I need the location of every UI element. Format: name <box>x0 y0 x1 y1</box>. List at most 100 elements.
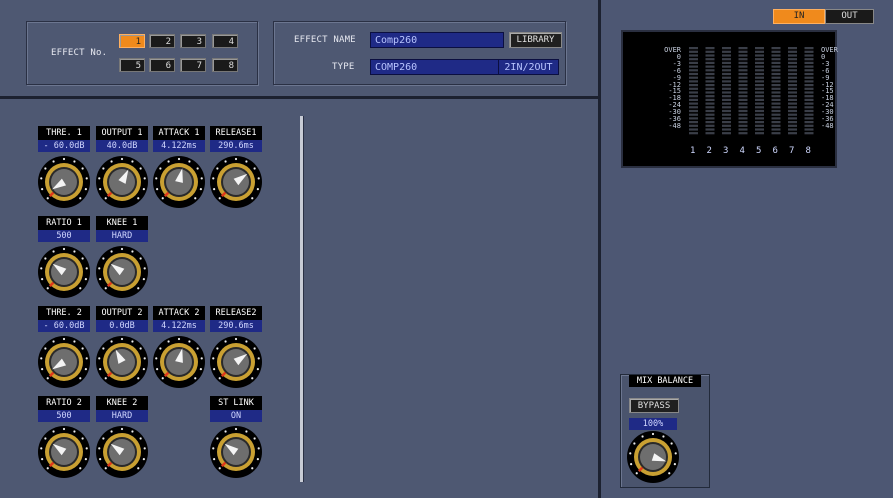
meter-channel-label: 4 <box>739 146 745 156</box>
effect-number-button-6[interactable]: 6 <box>149 58 175 72</box>
effect-name-label: EFFECT NAME <box>294 35 356 45</box>
meter-bar <box>722 47 731 135</box>
knob-value: 290.6ms <box>210 140 262 152</box>
rotary-knob[interactable] <box>96 332 148 390</box>
meter-bar <box>804 47 814 135</box>
knob-output1[interactable]: OUTPUT 1 40.0dB <box>96 126 148 218</box>
rotary-knob[interactable] <box>153 152 205 210</box>
effect-number-button-1[interactable]: 1 <box>119 34 145 48</box>
knob-title: KNEE 2 <box>96 396 148 410</box>
bypass-button-label: BYPASS <box>637 401 671 411</box>
rotary-knob[interactable] <box>210 332 262 390</box>
effect-number-button-7[interactable]: 7 <box>180 58 206 72</box>
knob-release1[interactable]: RELEASE1 290.6ms <box>210 126 262 218</box>
meter-scale-label: -48 <box>668 121 681 130</box>
mix-balance-title: MIX BALANCE <box>629 375 701 387</box>
bypass-button[interactable]: BYPASS <box>629 398 679 413</box>
meter-channel-label: 8 <box>805 146 811 156</box>
knob-title: ATTACK 2 <box>153 306 205 320</box>
meter-channel-labels: 12 34 56 78 <box>685 146 819 158</box>
meter-scale-right: OVER 0 -3 -6 -9 -12 -15 -18 -24 -30 -36 -48 <box>821 47 845 130</box>
knob-value: - 60.0dB <box>38 140 90 152</box>
effect-number-button-2[interactable]: 2 <box>149 34 175 48</box>
meter-bar <box>771 47 781 135</box>
knob-value: 4.122ms <box>153 140 205 152</box>
knob-title: THRE. 1 <box>38 126 90 140</box>
knob-title: KNEE 1 <box>96 216 148 230</box>
meter-channel-label: 6 <box>772 146 778 156</box>
mix-balance-knob[interactable] <box>627 429 679 483</box>
knob-attack2[interactable]: ATTACK 2 4.122ms <box>153 306 205 398</box>
effect-number-button-4[interactable]: 4 <box>212 34 238 48</box>
knob-knee1[interactable]: KNEE 1 HARD <box>96 216 148 308</box>
knob-output2[interactable]: OUTPUT 2 0.0dB <box>96 306 148 398</box>
meter-channel-label: 3 <box>723 146 729 156</box>
rotary-knob[interactable] <box>210 422 262 480</box>
meter-bar <box>755 47 764 135</box>
knob-ratio1[interactable]: RATIO 1 500 <box>38 216 90 308</box>
type-field: COMP260 <box>370 59 504 75</box>
rotary-knob[interactable] <box>96 242 148 300</box>
knob-thre1[interactable]: THRE. 1- 60.0dB <box>38 126 90 218</box>
knob-thre2[interactable]: THRE. 2- 60.0dB <box>38 306 90 398</box>
effect-number-button-3[interactable]: 3 <box>180 34 206 48</box>
out-button-label: OUT <box>841 11 858 21</box>
in-button[interactable]: IN <box>773 9 825 24</box>
knob-value: - 60.0dB <box>38 320 90 332</box>
meter-bar <box>689 47 698 135</box>
knob-title: RATIO 1 <box>38 216 90 230</box>
knob-title: RELEASE2 <box>210 306 262 320</box>
rotary-knob[interactable] <box>38 242 90 300</box>
meter-channel-label: 1 <box>690 146 696 156</box>
meter-scale-label: -48 <box>821 121 834 130</box>
rotary-knob[interactable] <box>153 332 205 390</box>
rotary-knob[interactable] <box>96 422 148 480</box>
library-button-label: LIBRARY <box>516 35 555 45</box>
meter-channel-label: 2 <box>706 146 712 156</box>
effect-number-label: EFFECT No. <box>51 48 108 58</box>
knob-title: THRE. 2 <box>38 306 90 320</box>
knob-value: ON <box>210 410 262 422</box>
knob-value: 0.0dB <box>96 320 148 332</box>
rotary-knob[interactable] <box>96 152 148 210</box>
knob-release2[interactable]: RELEASE2 290.6ms <box>210 306 262 398</box>
level-meter: OVER 0 -3 -6 -9 -12 -15 -18 -24 -30 -36 -48 OVER 0 -3… <box>621 30 838 168</box>
mix-balance-box: MIX BALANCE BYPASS 100% <box>620 374 710 488</box>
io-config-field: 2IN/2OUT <box>498 59 559 75</box>
rotary-knob[interactable] <box>210 152 262 210</box>
knob-knee2[interactable]: KNEE 2 HARD <box>96 396 148 488</box>
meter-channel-label: 7 <box>789 146 795 156</box>
horizontal-divider <box>0 96 598 99</box>
knob-value: 4.122ms <box>153 320 205 332</box>
in-button-label: IN <box>793 11 805 21</box>
library-button[interactable]: LIBRARY <box>509 32 562 48</box>
knob-title: ST LINK <box>210 396 262 410</box>
meter-bar <box>738 47 748 135</box>
knob-value: 500 <box>38 410 90 422</box>
meter-bar <box>705 47 715 135</box>
effect-name-field[interactable]: Comp260 <box>370 32 504 48</box>
knob-title: ATTACK 1 <box>153 126 205 140</box>
knob-title: RELEASE1 <box>210 126 262 140</box>
knob-title: OUTPUT 2 <box>96 306 148 320</box>
rotary-knob[interactable] <box>38 422 90 480</box>
knob-area-separator <box>300 116 303 482</box>
rotary-knob[interactable] <box>38 332 90 390</box>
knob-value: 290.6ms <box>210 320 262 332</box>
knob-ratio2[interactable]: RATIO 2 500 <box>38 396 90 488</box>
effect-number-button-5[interactable]: 5 <box>119 58 145 72</box>
knob-value: HARD <box>96 230 148 242</box>
knob-value: 500 <box>38 230 90 242</box>
meter-bar <box>788 47 797 135</box>
knob-value: HARD <box>96 410 148 422</box>
knob-stlink[interactable]: ST LINK ON <box>210 396 262 488</box>
effect-number-button-8[interactable]: 8 <box>212 58 238 72</box>
effect-number-box: EFFECT No. 1 2 3 4 5 6 7 8 <box>26 21 258 85</box>
meter-bars <box>689 47 814 135</box>
out-button[interactable]: OUT <box>825 9 874 24</box>
knob-title: OUTPUT 1 <box>96 126 148 140</box>
meter-scale-left: OVER 0 -3 -6 -9 -12 -15 -18 -24 -30 -36 -48 <box>657 47 681 130</box>
knob-attack1[interactable]: ATTACK 1 4.122ms <box>153 126 205 218</box>
knob-title: RATIO 2 <box>38 396 90 410</box>
rotary-knob[interactable] <box>38 152 90 210</box>
